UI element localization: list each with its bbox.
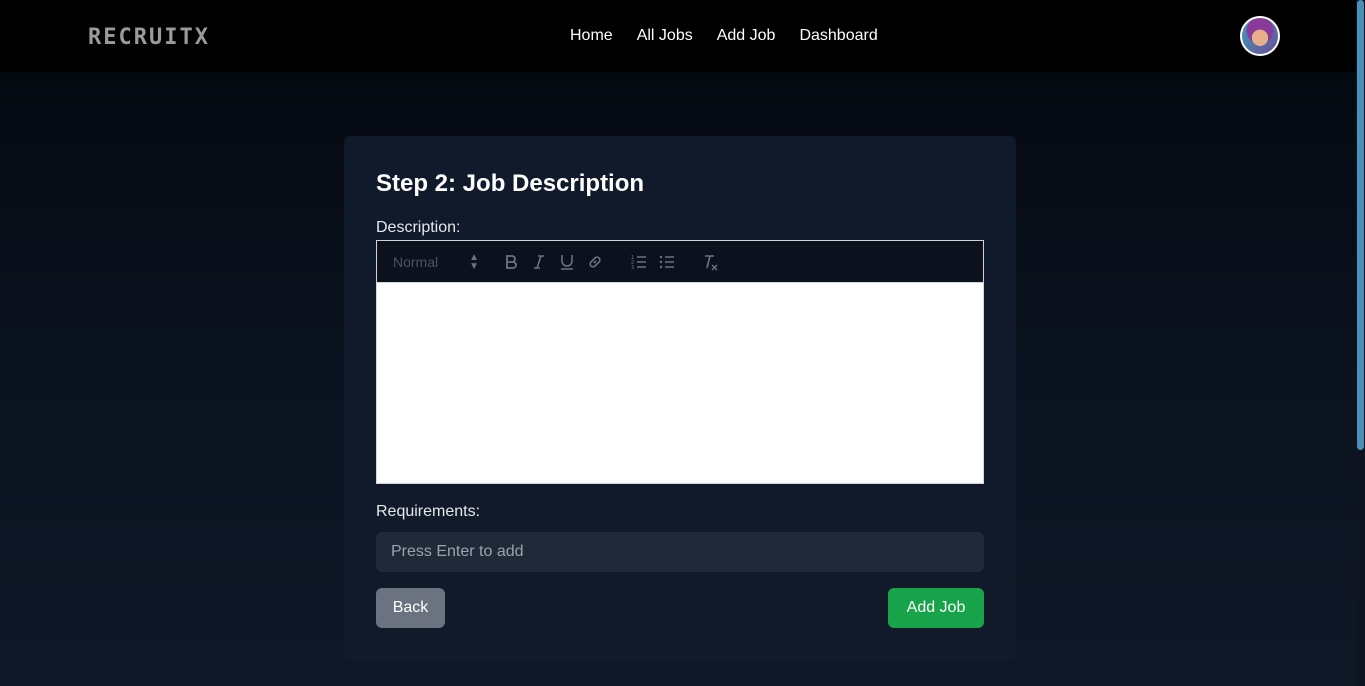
link-icon[interactable] [587, 254, 603, 270]
editor-text-area[interactable] [377, 283, 983, 483]
nav-links: Home All Jobs Add Job Dashboard [570, 26, 878, 46]
underline-icon[interactable] [559, 253, 575, 271]
format-select[interactable]: Normal ▲ ▼ [393, 252, 479, 272]
nav-link-home[interactable]: Home [570, 26, 613, 46]
select-arrows-icon: ▲ ▼ [469, 252, 479, 272]
description-label: Description: [376, 219, 461, 236]
bold-icon[interactable] [503, 254, 519, 270]
editor-toolbar: Normal ▲ ▼ 1 2 3 [377, 241, 983, 283]
bullet-list-icon[interactable] [659, 254, 675, 270]
clear-format-icon[interactable] [701, 253, 719, 271]
job-form-card: Step 2: Job Description Description: Nor… [344, 136, 1016, 660]
svg-text:3: 3 [631, 265, 634, 270]
ordered-list-icon[interactable]: 1 2 3 [631, 254, 647, 270]
requirements-input[interactable] [376, 532, 984, 572]
form-title: Step 2: Job Description [376, 170, 645, 197]
navbar: RECRUITX Home All Jobs Add Job Dashboard [0, 0, 1356, 72]
nav-link-add-job[interactable]: Add Job [717, 26, 776, 46]
nav-link-all-jobs[interactable]: All Jobs [637, 26, 693, 46]
italic-icon[interactable] [531, 254, 547, 270]
nav-link-dashboard[interactable]: Dashboard [799, 26, 877, 46]
requirements-label: Requirements: [376, 503, 481, 520]
scrollbar-thumb[interactable] [1357, 0, 1364, 450]
add-job-button[interactable]: Add Job [888, 588, 984, 628]
user-avatar[interactable] [1240, 16, 1280, 56]
description-editor: Normal ▲ ▼ 1 2 3 [376, 240, 984, 484]
brand-logo[interactable]: RECRUITX [88, 26, 210, 50]
format-select-value: Normal [393, 254, 439, 270]
back-button[interactable]: Back [376, 588, 445, 628]
